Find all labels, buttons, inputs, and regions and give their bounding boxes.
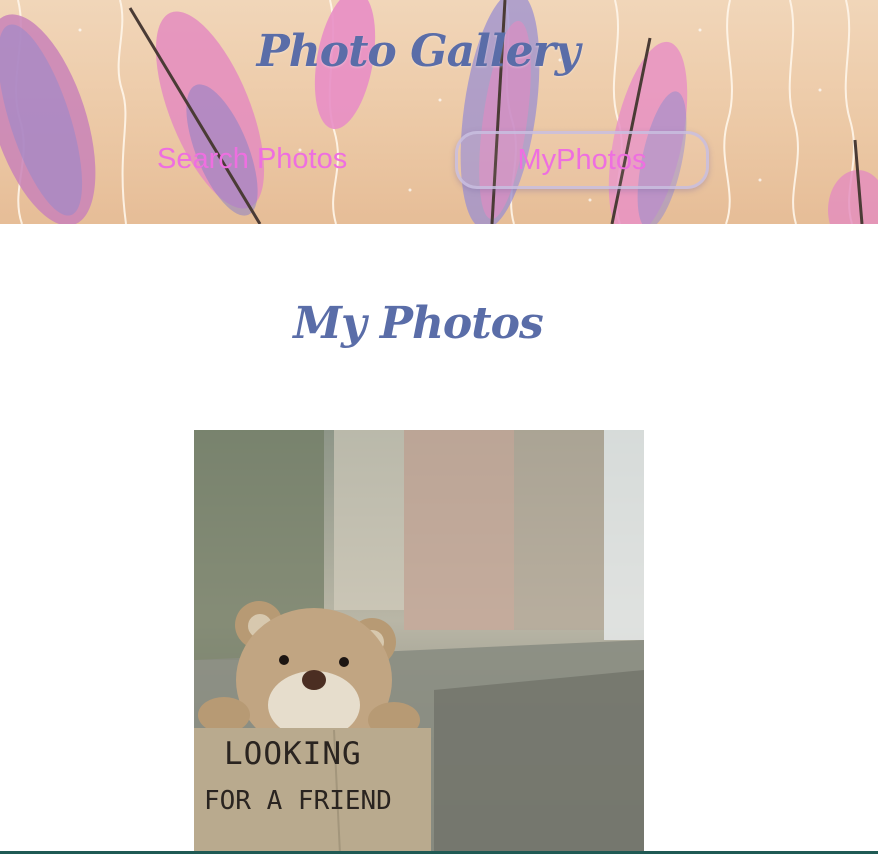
sign-line-2: FOR A FRIEND — [204, 786, 392, 816]
nav-myphotos-link[interactable]: MyPhotos — [455, 131, 709, 189]
page-heading: My Photos — [293, 298, 543, 349]
sign-line-1: LOOKING — [224, 736, 362, 772]
site-title: Photo Gallery — [256, 26, 581, 77]
nav-myphotos-label: MyPhotos — [517, 143, 647, 176]
header-banner: Photo Gallery Search Photos MyPhotos — [0, 0, 878, 224]
photo-card[interactable]: LOOKING FOR A FRIEND — [194, 430, 644, 854]
nav-search-photos-link[interactable]: Search Photos — [157, 143, 347, 176]
